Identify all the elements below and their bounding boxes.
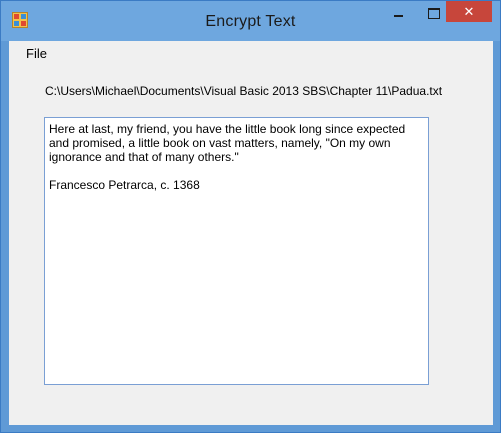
text-display-box[interactable]: Here at last, my friend, you have the li… <box>44 117 429 385</box>
minimize-button[interactable] <box>385 1 411 27</box>
client-area: File C:\Users\Michael\Documents\Visual B… <box>9 41 493 425</box>
app-window: Encrypt Text ✕ File C:\Users\Michael\Doc… <box>0 0 501 433</box>
close-button[interactable]: ✕ <box>446 1 492 22</box>
menu-bar: File <box>9 41 493 65</box>
text-paragraph-2: Francesco Petrarca, c. 1368 <box>49 178 200 192</box>
title-bar[interactable]: Encrypt Text ✕ <box>1 1 500 41</box>
menu-file[interactable]: File <box>26 46 47 61</box>
maximize-button[interactable] <box>421 1 447 27</box>
text-paragraph-1: Here at last, my friend, you have the li… <box>49 122 406 164</box>
close-icon: ✕ <box>463 4 475 19</box>
file-path-label: C:\Users\Michael\Documents\Visual Basic … <box>45 84 443 98</box>
